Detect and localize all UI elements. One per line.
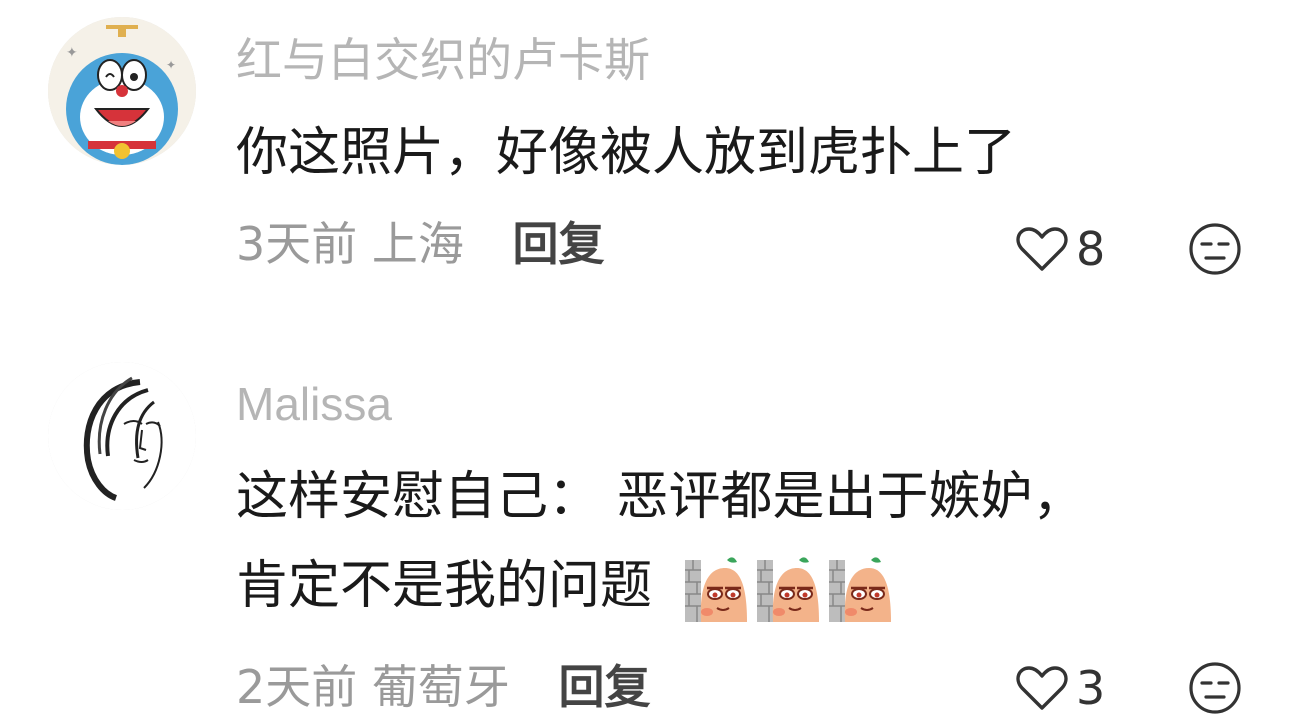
comment-text: 你这照片，好像被人放到虎扑上了 bbox=[236, 123, 1017, 183]
comment-text-line: 肯定不是我的问题 bbox=[236, 556, 653, 616]
woman-sketch-avatar-icon bbox=[48, 362, 196, 510]
peeking-bean-sticker-icon bbox=[683, 554, 749, 624]
comment-username[interactable]: Malissa bbox=[236, 374, 392, 434]
like-count: 3 bbox=[1076, 661, 1106, 715]
comment-meta: 2天前 葡萄牙 回复 bbox=[236, 657, 651, 717]
comment-text: 肯定不是我的问题 bbox=[236, 551, 893, 624]
sticker-group bbox=[683, 554, 893, 624]
comment-meta: 3天前 上海 回复 bbox=[236, 214, 605, 274]
like-button[interactable]: 3 bbox=[1016, 658, 1105, 718]
reply-button[interactable]: 回复 bbox=[559, 660, 651, 714]
comment-location: 葡萄牙 bbox=[371, 660, 510, 714]
peeking-bean-sticker-icon bbox=[827, 554, 893, 624]
dislike-button[interactable] bbox=[1188, 661, 1242, 715]
comment-username[interactable]: 红与白交织的卢卡斯 bbox=[236, 30, 650, 90]
like-button[interactable]: 8 bbox=[1016, 219, 1105, 279]
doraemon-avatar-icon: ✦ ✦ bbox=[48, 17, 196, 165]
svg-text:✦: ✦ bbox=[66, 45, 78, 61]
unamused-face-icon bbox=[1189, 223, 1241, 275]
peeking-bean-sticker-icon bbox=[755, 554, 821, 624]
dislike-button[interactable] bbox=[1188, 222, 1242, 276]
svg-text:✦: ✦ bbox=[166, 58, 176, 72]
unamused-face-icon bbox=[1189, 662, 1241, 714]
heart-outline-icon bbox=[1016, 666, 1068, 710]
like-count: 8 bbox=[1076, 222, 1106, 276]
comment-time: 2天前 bbox=[236, 660, 358, 714]
avatar[interactable]: ✦ ✦ bbox=[48, 17, 196, 165]
reply-button[interactable]: 回复 bbox=[513, 217, 605, 271]
comment-text: 这样安慰自己： 恶评都是出于嫉妒， bbox=[236, 467, 1085, 527]
heart-outline-icon bbox=[1016, 227, 1068, 271]
comment-time: 3天前 bbox=[236, 217, 358, 271]
avatar[interactable] bbox=[48, 362, 196, 510]
comment-location: 上海 bbox=[371, 217, 464, 271]
